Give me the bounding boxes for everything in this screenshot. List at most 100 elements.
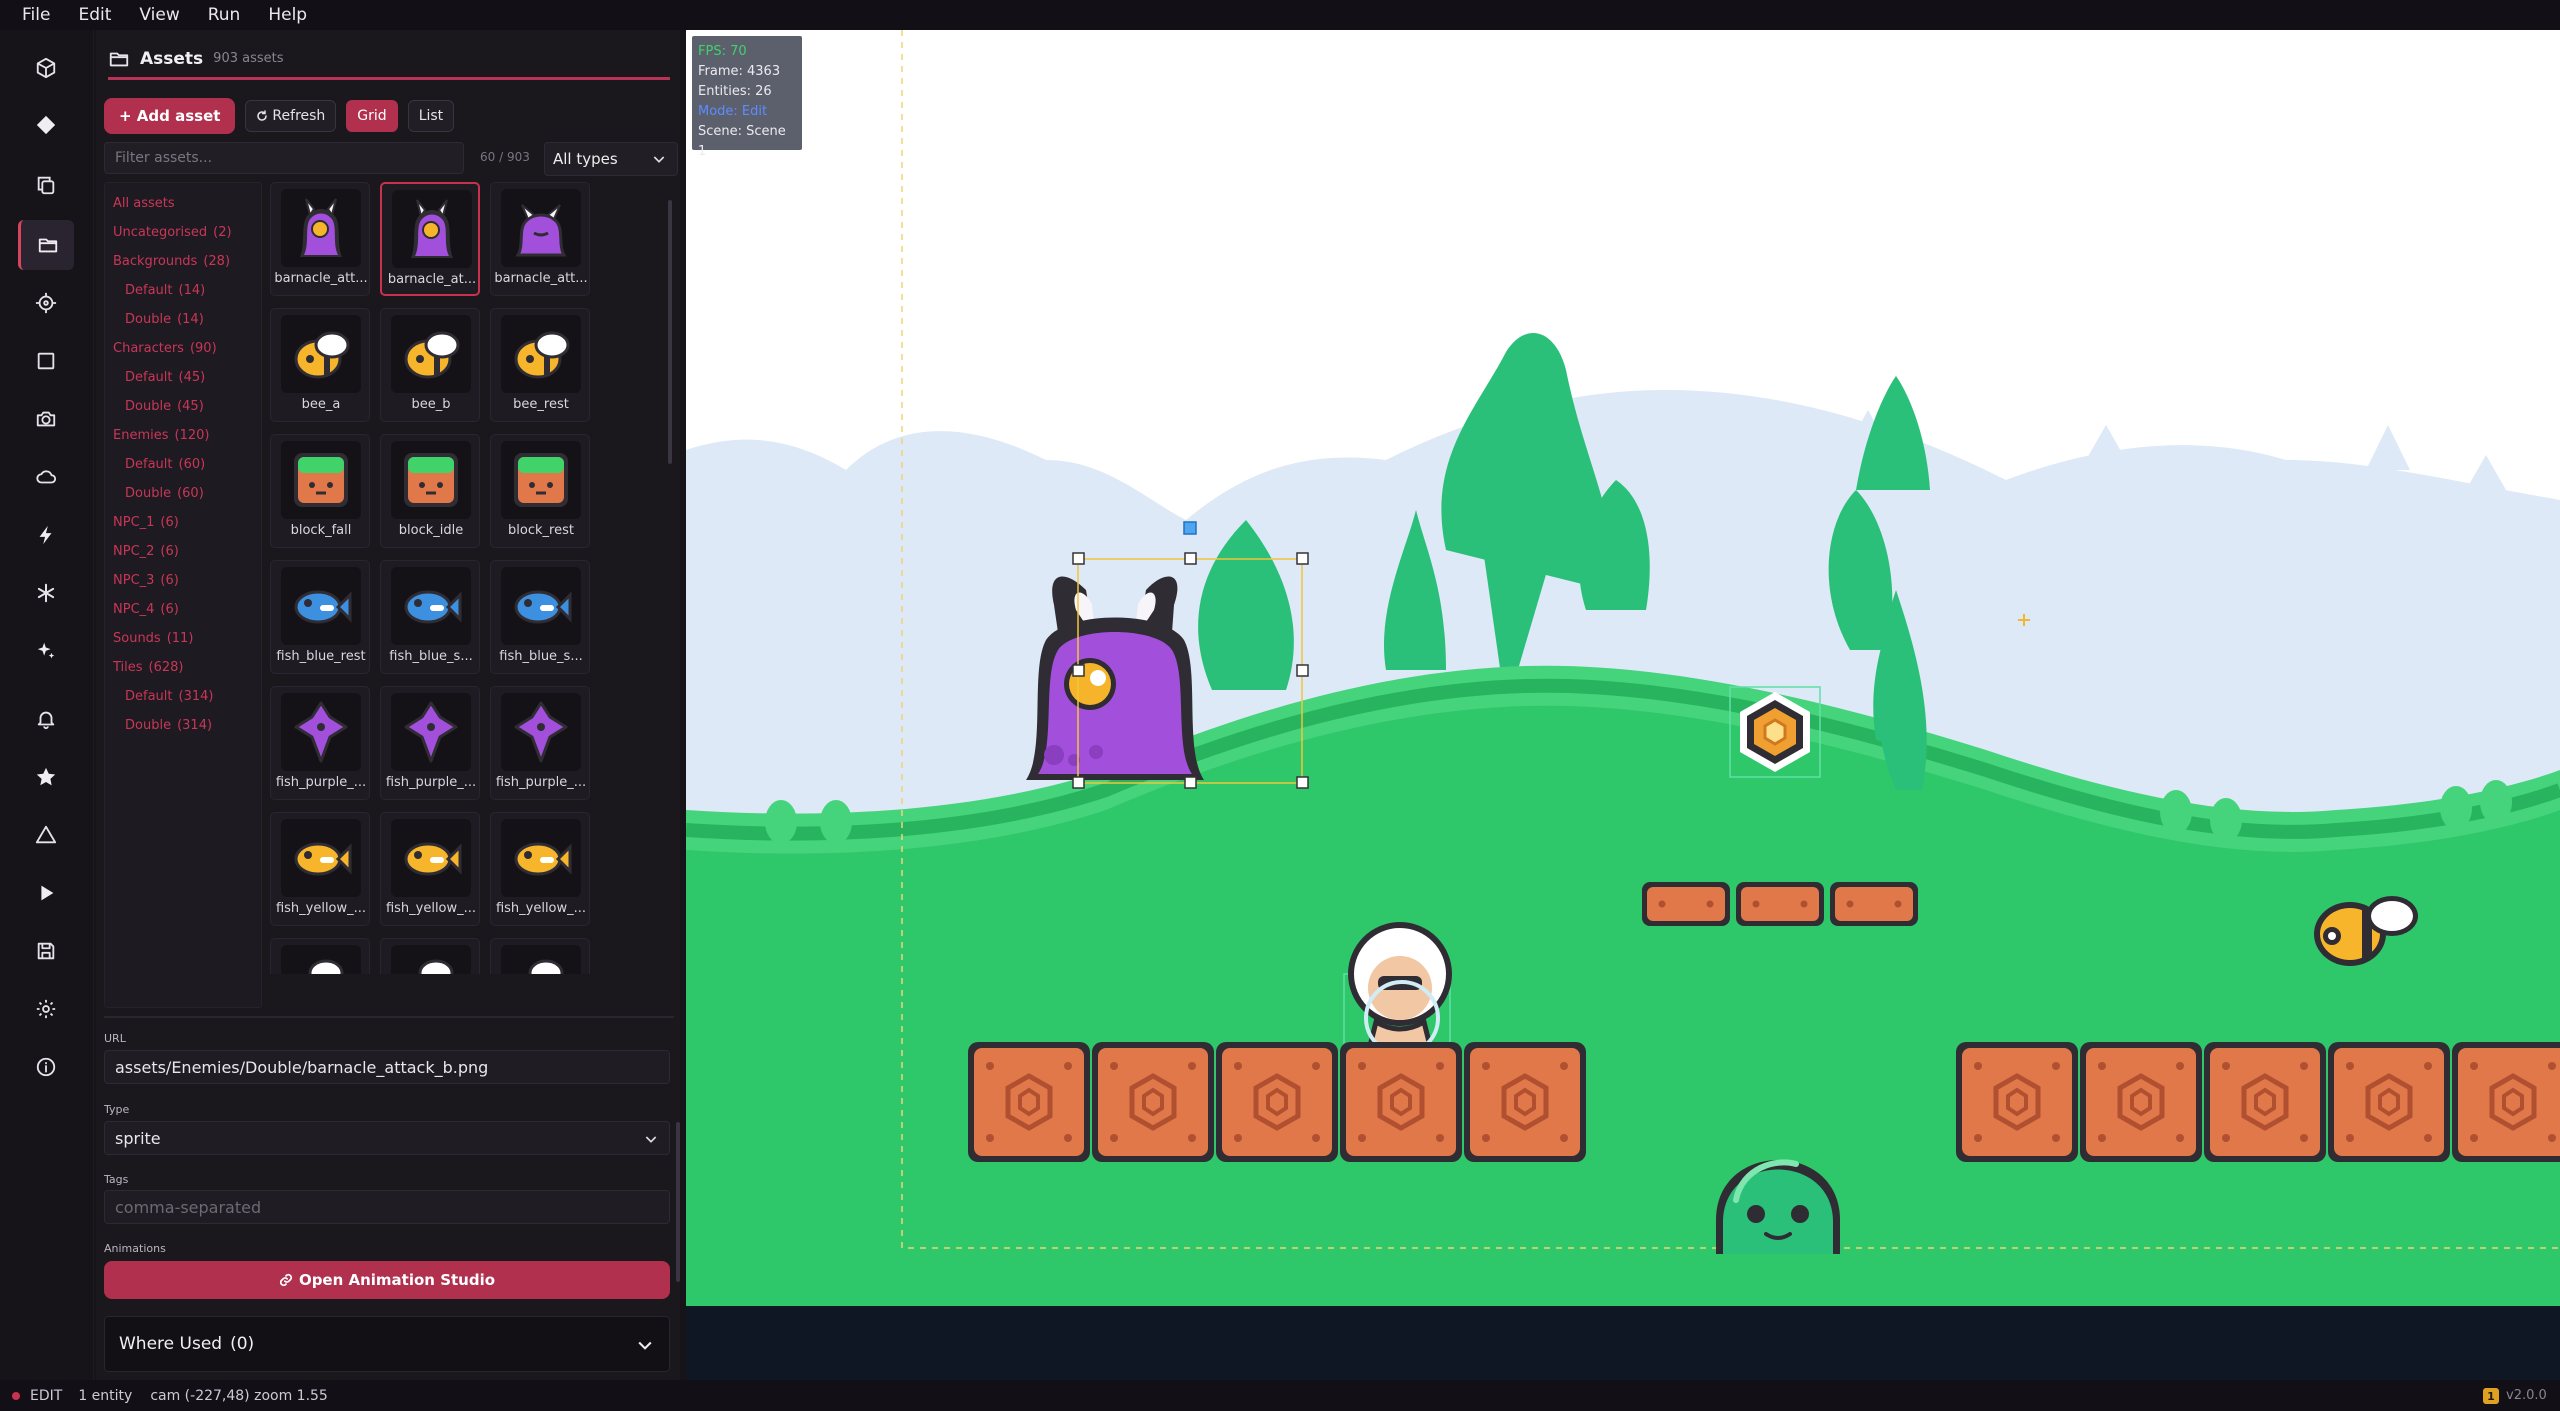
asset-tile[interactable]: fish_yellow_... xyxy=(490,812,590,926)
diamond-icon[interactable] xyxy=(18,100,74,150)
asset-tile[interactable]: fish_yellow_... xyxy=(270,812,370,926)
save-icon[interactable] xyxy=(18,926,74,976)
asset-tile[interactable]: fish_purple_... xyxy=(490,686,590,800)
tree-item[interactable]: Default (14) xyxy=(105,276,261,305)
star-icon[interactable] xyxy=(18,752,74,802)
cloud-icon[interactable] xyxy=(18,452,74,502)
tree-item[interactable]: Default (60) xyxy=(105,450,261,479)
asset-tile[interactable] xyxy=(270,938,370,974)
asset-tile[interactable] xyxy=(380,938,480,974)
tree-item-count: (120) xyxy=(174,428,210,443)
asset-tile[interactable]: fish_purple_... xyxy=(270,686,370,800)
notification-badge[interactable]: 1 xyxy=(2483,1388,2499,1404)
grid-scrollbar[interactable] xyxy=(668,200,672,464)
url-field[interactable]: assets/Enemies/Double/barnacle_attack_b.… xyxy=(104,1050,670,1084)
ground-blocks-left[interactable] xyxy=(968,1042,1586,1162)
open-animation-studio-button[interactable]: Open Animation Studio xyxy=(104,1261,670,1299)
tree-item[interactable]: Double (14) xyxy=(105,305,261,334)
menu-help[interactable]: Help xyxy=(268,5,307,25)
tree-item[interactable]: Double (45) xyxy=(105,392,261,421)
tree-item[interactable]: NPC_4 (6) xyxy=(105,595,261,624)
floating-platform[interactable] xyxy=(1642,882,1918,926)
asset-tile[interactable] xyxy=(490,938,590,974)
asset-thumbnail xyxy=(281,441,361,519)
list-view-button[interactable]: List xyxy=(407,100,455,132)
play-icon[interactable] xyxy=(18,868,74,918)
asset-tile[interactable]: barnacle_att... xyxy=(270,182,370,296)
menu-file[interactable]: File xyxy=(22,5,50,25)
bell-icon[interactable] xyxy=(18,694,74,744)
tree-item-label: Default xyxy=(125,457,173,472)
asset-tile[interactable]: fish_yellow_... xyxy=(380,812,480,926)
ground-blocks-right[interactable] xyxy=(1956,1042,2560,1162)
menu-view[interactable]: View xyxy=(139,5,179,25)
ground-block[interactable] xyxy=(1956,1042,2078,1162)
tags-label: Tags xyxy=(104,1173,129,1186)
add-asset-button[interactable]: + Add asset xyxy=(104,98,236,134)
asset-tile[interactable]: bee_rest xyxy=(490,308,590,422)
tree-item[interactable]: Double (60) xyxy=(105,479,261,508)
scene-canvas[interactable] xyxy=(686,30,2560,1380)
asset-tile[interactable]: block_fall xyxy=(270,434,370,548)
tree-item[interactable]: NPC_1 (6) xyxy=(105,508,261,537)
ground-block[interactable] xyxy=(1216,1042,1338,1162)
tree-item[interactable]: NPC_2 (6) xyxy=(105,537,261,566)
ground-block[interactable] xyxy=(1464,1042,1586,1162)
target-icon[interactable] xyxy=(18,278,74,328)
asset-tile[interactable]: block_rest xyxy=(490,434,590,548)
tree-item-count: (14) xyxy=(177,312,204,327)
camera-icon[interactable] xyxy=(18,394,74,444)
scene-viewport[interactable] xyxy=(686,30,2560,1380)
asset-tile[interactable]: block_idle xyxy=(380,434,480,548)
tree-item-label: Tiles xyxy=(113,660,143,675)
asset-thumbnail xyxy=(501,441,581,519)
tree-item[interactable]: Tiles (628) xyxy=(105,653,261,682)
square-icon[interactable] xyxy=(18,336,74,386)
asterisk-icon[interactable] xyxy=(18,568,74,618)
asset-tile[interactable]: fish_blue_s... xyxy=(490,560,590,674)
asset-tile[interactable]: fish_blue_s... xyxy=(380,560,480,674)
tree-item[interactable]: Backgrounds (28) xyxy=(105,247,261,276)
info-icon[interactable] xyxy=(18,1042,74,1092)
ground-block[interactable] xyxy=(2080,1042,2202,1162)
panel-scrollbar[interactable] xyxy=(676,1122,680,1282)
tree-item[interactable]: Enemies (120) xyxy=(105,421,261,450)
asset-grid: barnacle_att... barnacle_at... barnacle_at… xyxy=(270,148,666,974)
tree-item[interactable]: Default (314) xyxy=(105,682,261,711)
tags-input[interactable] xyxy=(104,1190,670,1224)
tree-item[interactable]: Default (45) xyxy=(105,363,261,392)
ground-block[interactable] xyxy=(2328,1042,2450,1162)
copy-icon[interactable] xyxy=(18,160,74,210)
type-select[interactable]: sprite xyxy=(104,1121,670,1155)
asset-tile[interactable]: bee_a xyxy=(270,308,370,422)
asset-tile[interactable]: bee_b xyxy=(380,308,480,422)
asset-tile[interactable]: barnacle_at... xyxy=(380,182,480,296)
triangle-icon[interactable] xyxy=(18,810,74,860)
bolt-icon[interactable] xyxy=(18,510,74,560)
tree-item[interactable]: Uncategorised (2) xyxy=(105,218,261,247)
sparkle-icon[interactable] xyxy=(18,626,74,676)
chevron-down-icon xyxy=(645,1136,657,1143)
refresh-button[interactable]: Refresh xyxy=(245,100,337,132)
tree-item[interactable]: All assets xyxy=(105,189,261,218)
tree-item[interactable]: Sounds (11) xyxy=(105,624,261,653)
tree-item[interactable]: Characters (90) xyxy=(105,334,261,363)
asset-tile[interactable]: fish_purple_... xyxy=(380,686,480,800)
ground-block[interactable] xyxy=(968,1042,1090,1162)
gear-icon[interactable] xyxy=(18,984,74,1034)
asset-tile[interactable]: fish_blue_rest xyxy=(270,560,370,674)
where-used-section[interactable]: Where Used (0) xyxy=(104,1316,670,1372)
ground-block[interactable] xyxy=(2204,1042,2326,1162)
menu-run[interactable]: Run xyxy=(208,5,241,25)
ground-block[interactable] xyxy=(1340,1042,1462,1162)
menu-edit[interactable]: Edit xyxy=(78,5,111,25)
ground-block[interactable] xyxy=(1092,1042,1214,1162)
tree-item[interactable]: Double (314) xyxy=(105,711,261,740)
grid-view-button[interactable]: Grid xyxy=(346,100,398,132)
tree-item[interactable]: NPC_3 (6) xyxy=(105,566,261,595)
rotation-handle[interactable] xyxy=(1183,521,1197,535)
asset-tile[interactable]: barnacle_att... xyxy=(490,182,590,296)
ground-block[interactable] xyxy=(2452,1042,2560,1162)
cube-icon[interactable] xyxy=(18,43,74,93)
folder-icon[interactable] xyxy=(18,220,74,270)
